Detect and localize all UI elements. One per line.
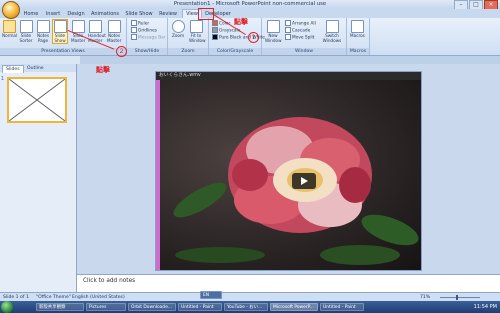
taskbar: 新版共享觀察 Pictures Orbit Downloade... Untit… [0,291,500,313]
placeholder-icon [8,78,66,122]
slide-show-icon [53,20,67,33]
tab-insert[interactable]: Insert [44,10,62,18]
group-show-hide: Ruler Gridlines Message Bar Show/Hide [127,18,168,55]
group-label: Zoom [168,48,208,55]
window-controls: – □ × [454,0,498,10]
magnifier-icon [171,20,185,33]
pane-tabs: Slides Outline [0,64,76,73]
slide-show-button[interactable]: Slide Show [52,18,68,45]
quick-access-toolbar [0,56,80,71]
group-label: Color/Grayscale [209,48,261,55]
video-frame [160,80,421,270]
rose-image [173,117,419,265]
group-label: Presentation Views [0,48,126,55]
annotation-click-1: 點擊 [234,18,248,26]
annotation-step-1: 1 [248,32,259,43]
slide-number: 1 [1,77,5,82]
taskbar-item[interactable]: Orbit Downloade... [128,303,176,311]
group-macros: Macros Macros [347,18,370,55]
tab-design[interactable]: Design [66,10,86,18]
slides-pane: Slides Outline 1 [0,64,77,294]
tab-review[interactable]: Review [158,10,178,18]
group-presentation-views: Normal Slide Sorter Notes Page Slide Sho… [0,18,127,55]
tab-home[interactable]: Home [22,10,40,18]
normal-view-icon [2,20,16,33]
group-label: Macros [347,48,369,55]
group-zoom: Zoom Fit to Window Zoom [168,18,209,55]
language-bar[interactable]: EN [200,291,222,299]
start-button[interactable] [1,301,13,313]
tab-animations[interactable]: Animations [90,10,120,18]
annotation-click-2: 點擊 [96,66,110,74]
ribbon-tabs: Home Insert Design Animations Slide Show… [0,9,500,19]
group-label: Window [262,48,346,55]
taskbar-item[interactable]: Pictures [86,303,126,311]
notes-page-icon [36,20,50,33]
play-icon[interactable] [292,173,316,189]
notes-master-button[interactable]: Notes Master [107,20,121,43]
fit-window-icon [189,20,203,33]
annotation-step-2: 2 [116,46,127,57]
notes-master-icon [107,20,121,33]
notes-placeholder: Click to add notes [83,278,136,284]
tab-slide-show[interactable]: Slide Show [124,10,154,18]
taskbar-item[interactable]: 新版共享觀察 [36,303,84,311]
new-window-icon [266,20,280,33]
taskbar-item[interactable]: Untitled - Paint [178,303,222,311]
slide-sorter-icon [19,20,33,33]
slide-sorter-button[interactable]: Slide Sorter [19,20,33,43]
embedded-video[interactable]: おいくらさん.wmv [155,71,422,271]
message-bar-checkbox[interactable]: Message Bar [131,34,166,42]
slide-thumbnail[interactable] [7,77,67,123]
slide-master-icon [71,20,85,33]
clock: 11:54 PM [473,304,497,310]
handout-master-icon [88,20,102,33]
taskbar-item[interactable]: Untitled - Paint [320,303,364,311]
normal-view-button[interactable]: Normal [2,20,17,39]
tab-outline[interactable]: Outline [24,65,47,72]
fit-to-window-button[interactable]: Fit to Window [189,20,206,43]
notes-page-button[interactable]: Notes Page [36,20,50,43]
macros-button[interactable]: Macros [350,20,365,39]
group-window: New Window Arrange All Cascade Move Spli… [262,18,347,55]
macros-icon [350,20,364,33]
zoom-slider[interactable] [440,297,480,298]
window-title: Presentation1 - Microsoft PowerPoint non… [173,1,327,7]
zoom-button[interactable]: Zoom [171,20,185,39]
taskbar-item-active[interactable]: Microsoft PowerP... [270,303,318,311]
tab-slides[interactable]: Slides [2,65,24,73]
new-window-button[interactable]: New Window [265,20,282,43]
office-button[interactable] [2,1,20,19]
taskbar-item[interactable]: YouTube - おい... [224,303,268,311]
notes-pane[interactable]: Click to add notes [77,274,500,293]
move-split-button[interactable]: Move Split [285,34,314,42]
switch-windows-icon [325,20,339,33]
video-title: おいくらさん.wmv [156,72,421,80]
zoom-slider-thumb[interactable] [456,295,458,300]
switch-windows-button[interactable]: Switch Windows [322,20,342,43]
group-label: Show/Hide [127,48,167,55]
